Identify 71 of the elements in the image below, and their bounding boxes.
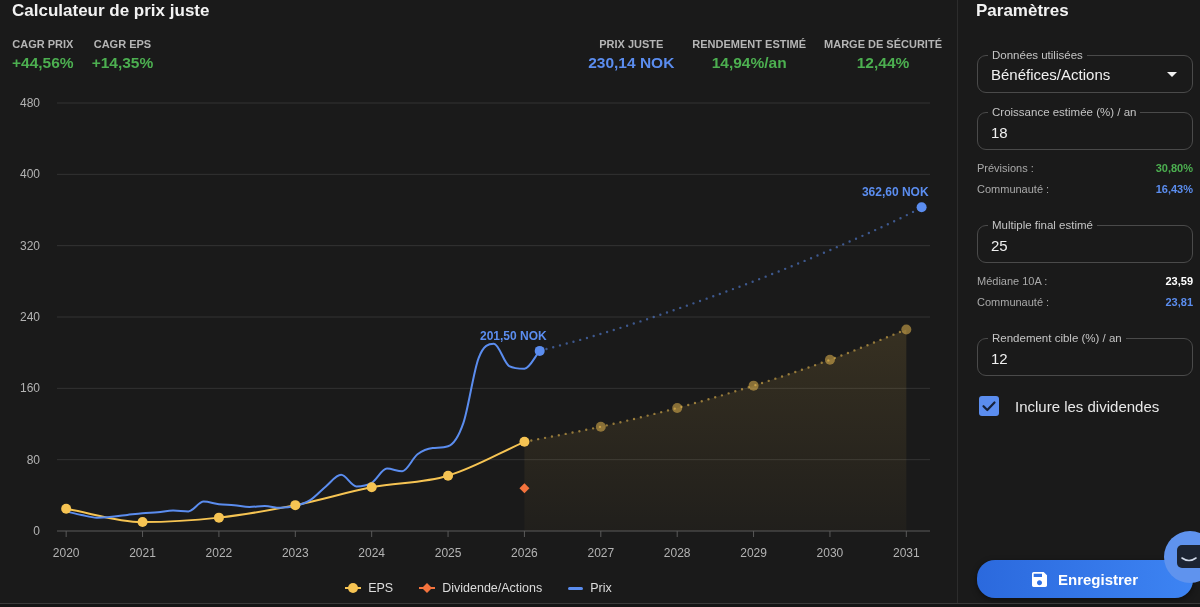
- axis-tick-label: 2027: [587, 546, 615, 560]
- stat-label: MARGE DE SÉCURITÉ: [824, 37, 942, 51]
- info-value: 16,43%: [1155, 183, 1193, 195]
- checkbox[interactable]: [979, 396, 999, 416]
- axis-tick-label: 480: [19, 96, 40, 110]
- data-point: [519, 436, 530, 447]
- data-point: [595, 421, 606, 432]
- info-label: Communauté :: [977, 296, 1050, 308]
- legend-label: Prix: [590, 581, 612, 595]
- axis-tick-label: 160: [19, 381, 40, 396]
- value-label: 362,60 NOK: [861, 185, 929, 200]
- stat-value: 14,94%/an: [711, 53, 787, 73]
- info-label: Communauté :: [977, 183, 1050, 195]
- legend-label: Dividende/Actions: [442, 581, 543, 595]
- axis-tick-label: 2022: [205, 546, 233, 560]
- axis-tick-label: 80: [26, 452, 40, 467]
- checkbox-label[interactable]: Inclure les dividendes: [1015, 397, 1160, 415]
- caret-down-icon: [1167, 72, 1177, 77]
- data-point: [366, 482, 377, 493]
- axis-tick-label: 2024: [358, 546, 386, 560]
- line-diamond-icon: [419, 583, 436, 593]
- axis-tick-label: 2028: [663, 546, 691, 560]
- axis-tick-label: 2021: [129, 546, 156, 560]
- axis-tick-label: 2029: [740, 546, 767, 560]
- data-point: [672, 402, 683, 413]
- chat-bubble-icon[interactable]: [1163, 531, 1200, 583]
- axis-tick-label: 2020: [52, 546, 80, 560]
- axis-tick-label: 2023: [281, 546, 309, 560]
- legend-label: EPS: [368, 581, 394, 595]
- stat-value: 12,44%: [856, 53, 910, 73]
- panel-title: Paramètres: [976, 0, 1069, 22]
- data-point: [824, 354, 835, 365]
- info-value: 30,80%: [1155, 162, 1193, 174]
- axis-tick-label: 2026: [511, 546, 538, 560]
- data-point: [61, 503, 72, 514]
- axis-tick-label: 240: [19, 310, 40, 324]
- axis-tick-label: 2031: [892, 546, 920, 560]
- input-field[interactable]: Multiple final estimé 25: [977, 219, 1193, 263]
- save-button[interactable]: Enregistrer: [977, 560, 1193, 598]
- page-title: Calculateur de prix juste: [12, 0, 210, 22]
- axis-tick-label: 320: [19, 238, 40, 253]
- axis-tick-label: 0: [33, 524, 40, 538]
- data-point: [290, 500, 301, 511]
- data-point: [916, 202, 927, 213]
- save-icon: [1031, 571, 1047, 587]
- axis-tick-label: 2030: [816, 546, 844, 560]
- stat-label: PRIX JUSTE: [599, 37, 664, 51]
- stat-label: CAGR EPS: [93, 37, 152, 51]
- data-point: [213, 512, 224, 523]
- select-field[interactable]: Données utilisées Bénéfices/Actions: [977, 48, 1193, 93]
- line-dot-icon: [345, 583, 362, 593]
- stat-value: +44,56%: [12, 53, 74, 73]
- stat-label: CAGR PRIX: [12, 37, 74, 51]
- info-label: Prévisions :: [977, 162, 1034, 174]
- stat-value: +14,35%: [91, 53, 154, 73]
- stat-label: RENDEMENT ESTIMÉ: [692, 37, 807, 51]
- axis-tick-label: 2025: [434, 546, 462, 560]
- data-point: [534, 345, 545, 356]
- info-label: Médiane 10A :: [977, 275, 1048, 287]
- data-point: [748, 380, 759, 391]
- input-field[interactable]: Rendement cible (%) / an 12: [977, 332, 1193, 376]
- diamond-marker: [519, 483, 530, 494]
- axis-tick-label: 400: [19, 167, 40, 182]
- data-point: [137, 517, 148, 528]
- data-point: [443, 470, 454, 481]
- info-value: 23,59: [1165, 275, 1193, 287]
- value-label: 201,50 NOK: [480, 328, 547, 343]
- data-point: [901, 324, 912, 335]
- stat-value: 230,14 NOK: [588, 53, 675, 73]
- input-field[interactable]: Croissance estimée (%) / an 18: [977, 106, 1193, 150]
- info-value: 23,81: [1165, 296, 1193, 308]
